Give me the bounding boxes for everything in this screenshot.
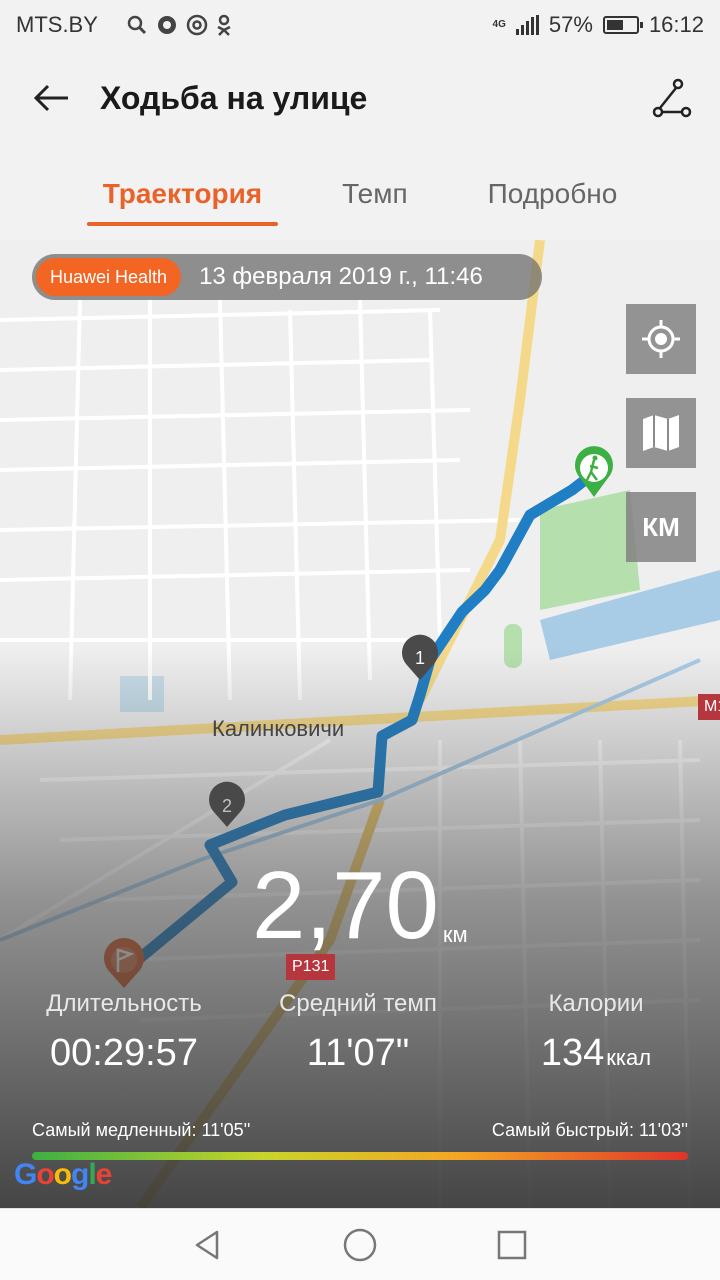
stat-value: 00:29:57 bbox=[50, 1032, 198, 1074]
workout-date: 13 февраля 2019 г., 11:46 bbox=[199, 263, 483, 290]
distance-unit: км bbox=[442, 922, 468, 947]
carrier-name: MTS.BY bbox=[16, 12, 98, 37]
network-type: 4G bbox=[492, 19, 506, 30]
map-type-button[interactable] bbox=[626, 398, 696, 468]
route-map[interactable]: 1 2 Huawei Health 13 февраля 2019 г., 11… bbox=[0, 240, 720, 1208]
stat-calories: Калории 134ккал bbox=[476, 990, 716, 1075]
tab-trajectory[interactable]: Траектория bbox=[86, 160, 279, 226]
tab-pace[interactable]: Темп bbox=[326, 160, 424, 226]
stat-label: Средний темп bbox=[279, 990, 437, 1017]
stat-value: 134ккал bbox=[540, 1032, 652, 1074]
svg-text:2: 2 bbox=[222, 796, 232, 816]
date-pill: Huawei Health 13 февраля 2019 г., 11:46 bbox=[32, 254, 542, 300]
pace-range: Самый медленный: 11'05'' Самый быстрый: … bbox=[32, 1120, 688, 1141]
signal-icon bbox=[515, 15, 539, 35]
route-share-button[interactable] bbox=[648, 74, 696, 122]
tab-bar: Траектория Темп Подробно bbox=[0, 160, 720, 230]
tab-details[interactable]: Подробно bbox=[472, 160, 634, 226]
road-label-m1: М1 bbox=[698, 694, 720, 720]
back-triangle-icon bbox=[195, 1230, 219, 1259]
app-header: Ходьба на улице bbox=[0, 50, 720, 146]
nav-back-button[interactable] bbox=[188, 1225, 228, 1265]
units-button[interactable]: КМ bbox=[626, 492, 696, 562]
distance-display: 2,70 км bbox=[252, 858, 468, 954]
map-icon bbox=[643, 415, 679, 451]
nav-recents-button[interactable] bbox=[492, 1225, 532, 1265]
distance-value: 2,70 bbox=[252, 852, 439, 959]
stat-duration: Длительность 00:29:57 bbox=[4, 990, 244, 1075]
status-bar: MTS.BY 4G 57% 16:12 bbox=[0, 0, 720, 50]
system-nav-bar bbox=[0, 1208, 720, 1280]
crosshair-icon bbox=[642, 320, 680, 358]
slowest-pace: Самый медленный: 11'05'' bbox=[32, 1120, 251, 1140]
fastest-pace: Самый быстрый: 11'03'' bbox=[491, 1120, 688, 1140]
locate-button[interactable] bbox=[626, 304, 696, 374]
pace-gradient-bar bbox=[32, 1152, 688, 1160]
city-label: Калинковичи bbox=[212, 716, 345, 741]
odnoklassniki-icon bbox=[217, 14, 231, 36]
search-icon bbox=[127, 15, 146, 35]
stat-avg-pace: Средний темп 11'07" bbox=[238, 990, 478, 1075]
clock: 16:12 bbox=[648, 12, 704, 37]
at-icon bbox=[186, 14, 208, 36]
finish-marker bbox=[104, 938, 144, 988]
app-badge: Huawei Health bbox=[36, 258, 182, 296]
nav-home-button[interactable] bbox=[340, 1225, 380, 1265]
km-marker-2: 2 bbox=[209, 781, 245, 827]
battery-percent: 57% bbox=[548, 12, 593, 37]
battery-icon bbox=[602, 16, 643, 34]
google-logo: Google bbox=[14, 1158, 112, 1191]
stat-label: Длительность bbox=[46, 990, 202, 1017]
arrow-left-icon bbox=[33, 84, 68, 112]
page-title: Ходьба на улице bbox=[100, 79, 368, 116]
svg-text:1: 1 bbox=[415, 648, 425, 668]
back-button[interactable] bbox=[0, 50, 100, 146]
stat-value: 11'07" bbox=[306, 1032, 410, 1074]
chrome-icon bbox=[157, 16, 176, 34]
recents-square-icon bbox=[497, 1230, 527, 1259]
stat-label: Калории bbox=[548, 990, 644, 1017]
route-icon bbox=[652, 78, 692, 118]
home-circle-icon bbox=[343, 1228, 377, 1261]
